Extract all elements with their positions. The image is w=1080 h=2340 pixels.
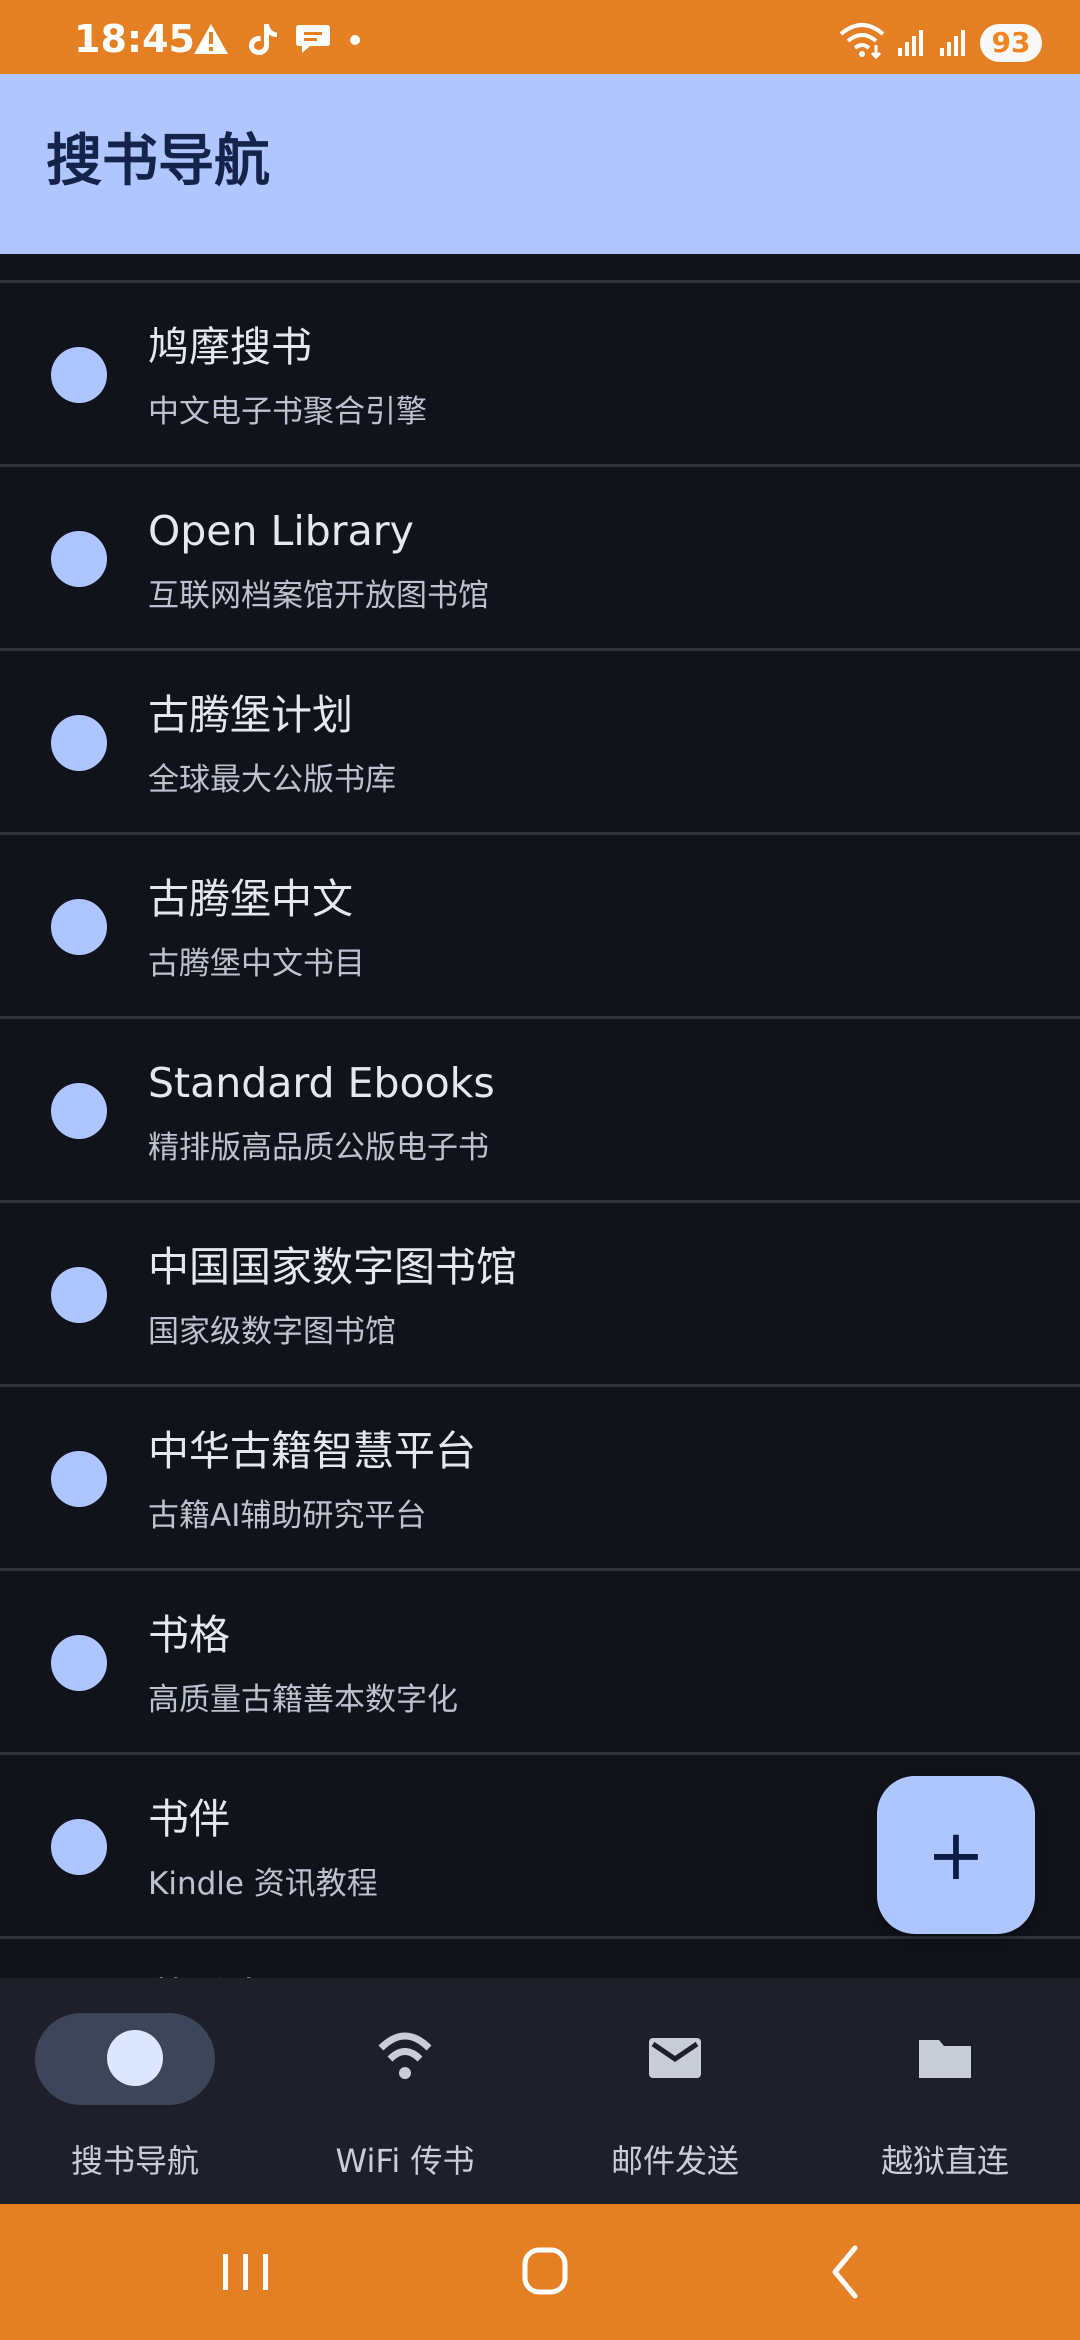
list-item-subtitle: 古籍AI辅助研究平台: [148, 1498, 427, 1534]
status-time: 18:45: [74, 17, 195, 61]
book-site-list[interactable]: 鸠摩搜书 中文电子书聚合引擎 Open Library 互联网档案馆开放图书馆 …: [0, 254, 1080, 1978]
wifi-status-icon: [838, 22, 886, 64]
page-title: 搜书导航: [46, 129, 270, 194]
battery-indicator: 93: [980, 24, 1042, 62]
system-navigation-bar: [0, 2204, 1080, 2340]
bullet-dot: [51, 1819, 107, 1875]
list-item-gutenberg-chinese[interactable]: 古腾堡中文 古腾堡中文书目: [0, 835, 1080, 1019]
plus-icon: +: [926, 1814, 986, 1896]
bullet-dot: [51, 899, 107, 955]
list-item-shuge[interactable]: 书格 高质量古籍善本数字化: [0, 1571, 1080, 1755]
list-item-national-digital-library[interactable]: 中国国家数字图书馆 国家级数字图书馆: [0, 1203, 1080, 1387]
list-item-title: 中国国家数字图书馆: [148, 1243, 517, 1291]
warning-icon: [192, 22, 230, 60]
list-item-subtitle: 高质量古籍善本数字化: [148, 1682, 458, 1718]
list-item-title: 古腾堡中文: [148, 875, 353, 923]
list-item-subtitle: Kindle 资讯教程: [148, 1866, 378, 1902]
mail-icon: [649, 2038, 701, 2078]
nav-item-wifi-transfer[interactable]: WiFi 传书: [270, 1978, 540, 2204]
bullet-dot: [51, 347, 107, 403]
list-item-subtitle: 中文电子书聚合引擎: [148, 394, 427, 430]
dot-icon: [348, 32, 362, 51]
partial-list-item-title: 苏香书屋: [148, 1964, 312, 1978]
nav-item-jailbreak-connect[interactable]: 越狱直连: [810, 1978, 1080, 2204]
list-item-title: Open Library: [148, 507, 414, 555]
list-item-title: 中华古籍智慧平台: [148, 1427, 476, 1475]
list-item-gutenberg[interactable]: 古腾堡计划 全球最大公版书库: [0, 651, 1080, 835]
wifi-icon: [378, 2032, 432, 2079]
folder-icon: [919, 2040, 971, 2078]
list-item-title: Standard Ebooks: [148, 1059, 495, 1107]
nav-label: 搜书导航: [70, 2142, 199, 2180]
list-item-title: 书格: [148, 1611, 230, 1659]
status-bar: 18:45 93: [0, 0, 1080, 74]
bottom-navigation: 搜书导航 WiFi 传书 邮件发送 越狱直连: [0, 1978, 1080, 2204]
list-item-subtitle: 全球最大公版书库: [148, 762, 396, 798]
back-icon[interactable]: [805, 2240, 885, 2304]
bullet-dot: [51, 1083, 107, 1139]
list-item-ancient-books-platform[interactable]: 中华古籍智慧平台 古籍AI辅助研究平台: [0, 1387, 1080, 1571]
message-icon: [294, 22, 332, 60]
circle-icon: [107, 2030, 163, 2086]
list-item-subtitle: 互联网档案馆开放图书馆: [148, 578, 489, 614]
bullet-dot: [51, 531, 107, 587]
list-item-jiumo[interactable]: 鸠摩搜书 中文电子书聚合引擎: [0, 283, 1080, 467]
bullet-dot: [51, 1267, 107, 1323]
list-item-subtitle: 古腾堡中文书目: [148, 946, 365, 982]
home-icon[interactable]: [505, 2240, 585, 2304]
bullet-dot: [51, 1635, 107, 1691]
status-system-icons: 93: [838, 22, 1042, 64]
top-app-bar: 搜书导航: [0, 74, 1080, 254]
nav-item-mail-send[interactable]: 邮件发送: [540, 1978, 810, 2204]
add-button[interactable]: +: [877, 1776, 1035, 1934]
nav-label: WiFi 传书: [335, 2142, 475, 2180]
list-item-subtitle: 精排版高品质公版电子书: [148, 1130, 489, 1166]
bullet-dot: [51, 1451, 107, 1507]
nav-label: 邮件发送: [610, 2142, 739, 2180]
nav-item-search-navigation[interactable]: 搜书导航: [0, 1978, 270, 2204]
list-item-title: 鸠摩搜书: [148, 323, 312, 371]
list-item-title: 古腾堡计划: [148, 691, 353, 739]
signal-icon-2: [938, 24, 970, 62]
recents-icon[interactable]: [205, 2240, 285, 2304]
list-item-open-library[interactable]: Open Library 互联网档案馆开放图书馆: [0, 467, 1080, 651]
status-notification-icons: [192, 24, 362, 58]
nav-label: 越狱直连: [880, 2142, 1009, 2180]
signal-icon-1: [896, 24, 928, 62]
tiktok-icon: [246, 21, 278, 61]
list-item-subtitle: 国家级数字图书馆: [148, 1314, 396, 1350]
list-item-title: 书伴: [148, 1795, 230, 1843]
list-item-standard-ebooks[interactable]: Standard Ebooks 精排版高品质公版电子书: [0, 1019, 1080, 1203]
bullet-dot: [51, 715, 107, 771]
